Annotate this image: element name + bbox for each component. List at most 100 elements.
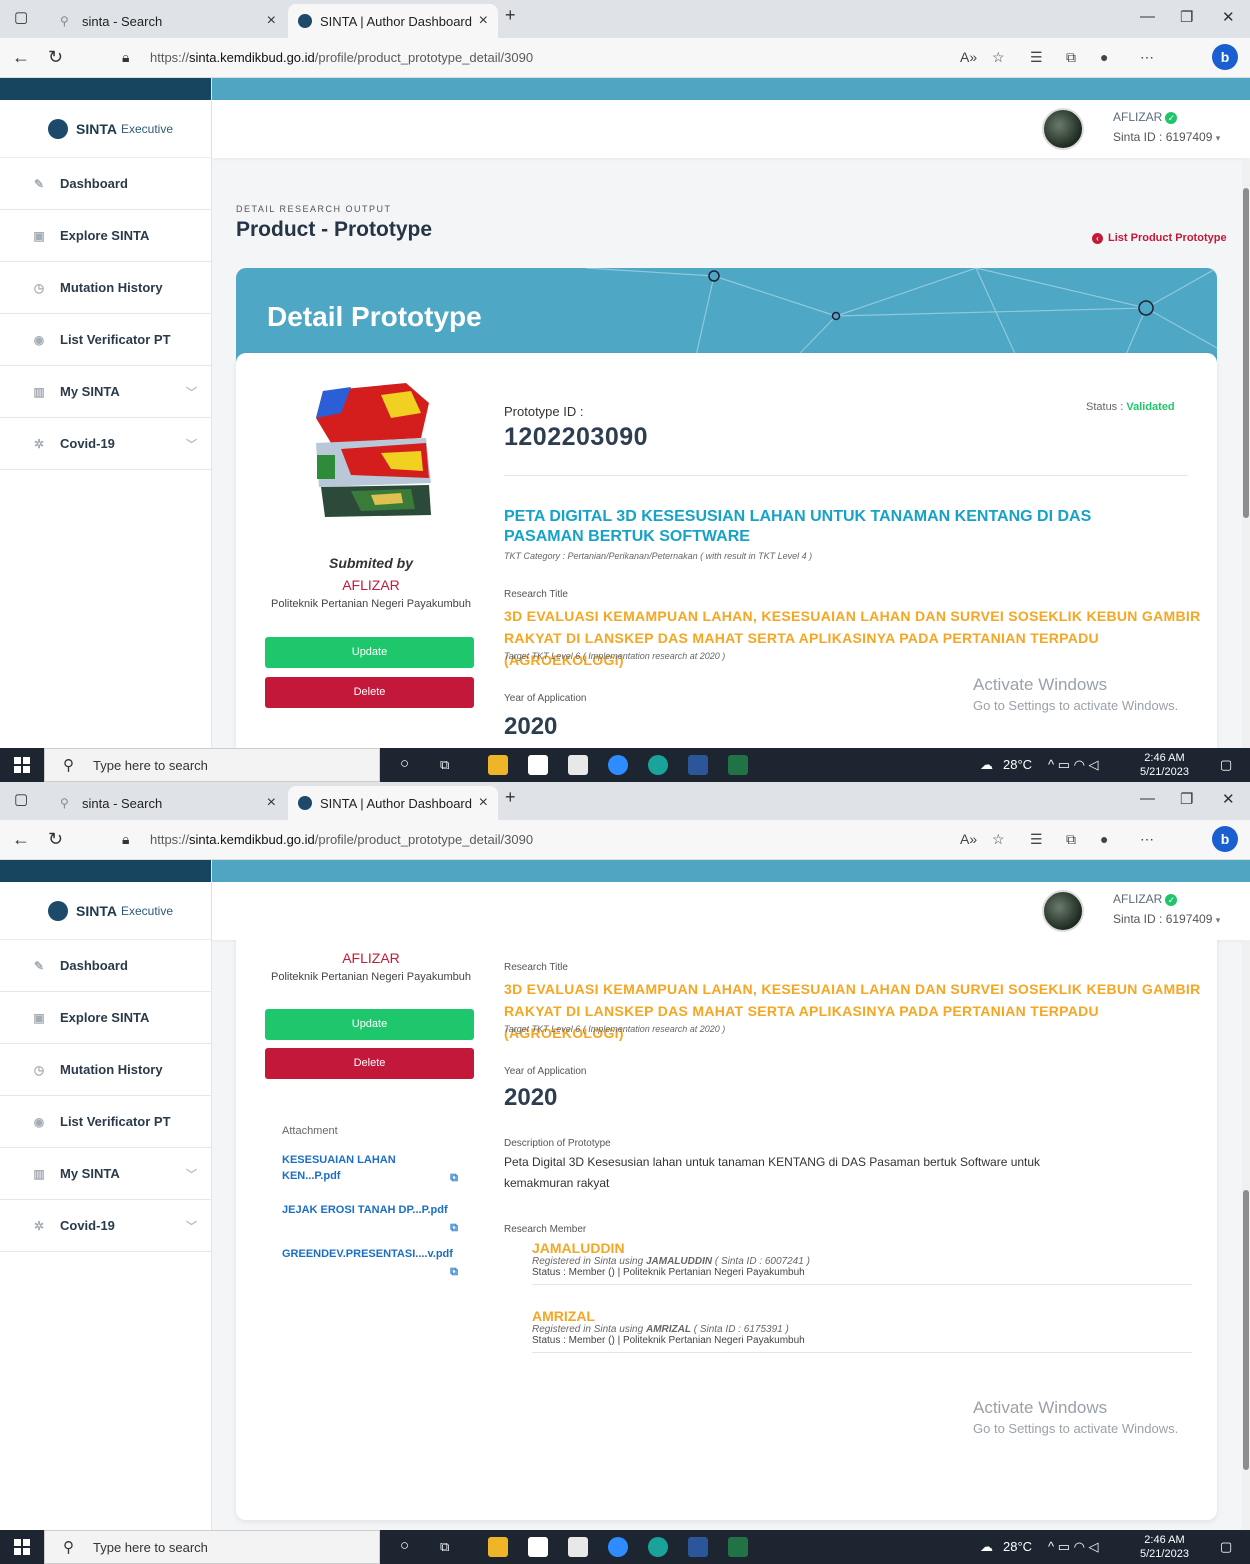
word-icon[interactable]	[688, 755, 708, 775]
url-field[interactable]: https://sinta.kemdikbud.go.id/profile/pr…	[150, 832, 533, 847]
delete-button[interactable]: Delete	[265, 1048, 474, 1079]
new-tab-icon[interactable]: +	[505, 5, 516, 26]
mail-icon[interactable]	[568, 755, 588, 775]
tab-actions-icon[interactable]: ▢	[14, 8, 28, 26]
sidebar-item-my-sinta[interactable]: ▥ My SINTA ﹀	[0, 366, 211, 418]
refresh-icon[interactable]: ↻	[48, 47, 63, 68]
list-product-prototype-link[interactable]: ‹ List Product Prototype	[1092, 232, 1227, 244]
minimize-icon[interactable]: —	[1140, 790, 1155, 807]
update-button[interactable]: Update	[265, 637, 474, 668]
close-icon[interactable]: ×	[479, 12, 488, 30]
tab-search[interactable]: ⚲ sinta - Search ×	[50, 786, 286, 820]
sidebar-item-dashboard[interactable]: ✎ Dashboard	[0, 940, 211, 992]
user-name[interactable]: AFLIZAR ✓	[1113, 110, 1178, 124]
weather-icon[interactable]: ☁	[980, 757, 993, 773]
url-field[interactable]: https://sinta.kemdikbud.go.id/profile/pr…	[150, 50, 533, 65]
favorites-list-icon[interactable]: ☰	[1030, 49, 1043, 66]
sidebar-item-covid[interactable]: ✲ Covid-19 ﹀	[0, 1200, 211, 1252]
close-icon[interactable]: ×	[267, 12, 276, 30]
taskbar-search[interactable]: ⚲ Type here to search	[44, 748, 380, 782]
user-name[interactable]: AFLIZAR ✓	[1113, 892, 1178, 906]
favorites-list-icon[interactable]: ☰	[1030, 831, 1043, 848]
sidebar-item-covid[interactable]: ✲ Covid-19 ﹀	[0, 418, 211, 470]
external-link-icon[interactable]: ⧉	[450, 1170, 458, 1186]
word-icon[interactable]	[688, 1537, 708, 1557]
member-name[interactable]: JAMALUDDIN	[532, 1240, 1192, 1256]
tab-sinta[interactable]: SINTA | Author Dashboard ×	[288, 786, 498, 820]
clock[interactable]: 2:46 AM 5/21/2023	[1140, 1533, 1189, 1561]
tray-icons[interactable]: ^ ▭ ◠ ◁	[1048, 1539, 1099, 1555]
weather-icon[interactable]: ☁	[980, 1539, 993, 1555]
delete-button[interactable]: Delete	[265, 677, 474, 708]
scrollbar-thumb[interactable]	[1243, 1190, 1249, 1470]
brand[interactable]: SINTA Executive	[0, 100, 211, 158]
window-close-icon[interactable]: ✕	[1222, 8, 1235, 26]
minimize-icon[interactable]: —	[1140, 8, 1155, 25]
bing-icon[interactable]: b	[1212, 44, 1238, 70]
prototype-thumbnail[interactable]	[311, 383, 431, 519]
back-icon[interactable]: ←	[12, 829, 30, 850]
attachment-link[interactable]: JEJAK EROSI TANAH DP...P.pdf ⧉	[282, 1202, 462, 1234]
back-icon[interactable]: ←	[12, 47, 30, 68]
sidebar-item-explore[interactable]: ▣ Explore SINTA	[0, 992, 211, 1044]
sidebar-item-mutation-history[interactable]: ◷ Mutation History	[0, 262, 211, 314]
avatar[interactable]	[1042, 890, 1084, 932]
excel-icon[interactable]	[728, 755, 748, 775]
external-link-icon[interactable]: ⧉	[450, 1220, 458, 1236]
tray-icons[interactable]: ^ ▭ ◠ ◁	[1048, 757, 1099, 773]
read-aloud-icon[interactable]: A»	[960, 49, 977, 65]
clock[interactable]: 2:46 AM 5/21/2023	[1140, 751, 1189, 779]
external-link-icon[interactable]: ⧉	[450, 1264, 458, 1280]
sidebar-item-list-verificator[interactable]: ◉ List Verificator PT	[0, 314, 211, 366]
zoom-icon[interactable]	[608, 1537, 628, 1557]
sidebar-item-explore[interactable]: ▣ Explore SINTA	[0, 210, 211, 262]
tab-search[interactable]: ⚲ sinta - Search ×	[50, 4, 286, 38]
sidebar-item-my-sinta[interactable]: ▥ My SINTA ﹀	[0, 1148, 211, 1200]
task-view-icon[interactable]: ⧉	[440, 1539, 449, 1555]
scrollbar-thumb[interactable]	[1243, 188, 1249, 518]
collections-icon[interactable]: ⧉	[1066, 831, 1076, 848]
new-tab-icon[interactable]: +	[505, 787, 516, 808]
brand[interactable]: SINTA Executive	[0, 882, 211, 940]
profile-icon[interactable]: ●	[1100, 831, 1108, 847]
cortana-icon[interactable]: ○	[400, 1537, 409, 1554]
task-view-icon[interactable]: ⧉	[440, 757, 449, 773]
mail-icon[interactable]	[568, 1537, 588, 1557]
more-icon[interactable]: ⋯	[1140, 831, 1154, 848]
edge-icon[interactable]	[648, 1537, 668, 1557]
favorite-icon[interactable]: ☆	[992, 831, 1005, 848]
avatar[interactable]	[1042, 108, 1084, 150]
bing-icon[interactable]: b	[1212, 826, 1238, 852]
collections-icon[interactable]: ⧉	[1066, 49, 1076, 66]
restore-icon[interactable]: ❐	[1180, 8, 1193, 26]
member-name[interactable]: AMRIZAL	[532, 1308, 1192, 1324]
store-icon[interactable]	[528, 1537, 548, 1557]
more-icon[interactable]: ⋯	[1140, 49, 1154, 66]
scrollbar[interactable]	[1242, 158, 1250, 748]
read-aloud-icon[interactable]: A»	[960, 831, 977, 847]
sidebar-item-list-verificator[interactable]: ◉ List Verificator PT	[0, 1096, 211, 1148]
refresh-icon[interactable]: ↻	[48, 829, 63, 850]
cortana-icon[interactable]: ○	[400, 755, 409, 772]
favorite-icon[interactable]: ☆	[992, 49, 1005, 66]
close-icon[interactable]: ×	[479, 794, 488, 812]
submitter-name[interactable]: AFLIZAR	[236, 577, 506, 593]
sidebar-item-mutation-history[interactable]: ◷ Mutation History	[0, 1044, 211, 1096]
user-sinta-id[interactable]: Sinta ID : 6197409 ▾	[1113, 912, 1220, 926]
sidebar-item-dashboard[interactable]: ✎ Dashboard	[0, 158, 211, 210]
windows-start-icon[interactable]	[14, 1539, 30, 1555]
profile-icon[interactable]: ●	[1100, 49, 1108, 65]
attachment-link[interactable]: KESESUAIAN LAHAN KEN...P.pdf ⧉	[282, 1152, 462, 1184]
attachment-link[interactable]: GREENDEV.PRESENTASI....v.pdf ⧉	[282, 1246, 462, 1278]
user-sinta-id[interactable]: Sinta ID : 6197409 ▾	[1113, 130, 1220, 144]
restore-icon[interactable]: ❐	[1180, 790, 1193, 808]
zoom-icon[interactable]	[608, 755, 628, 775]
window-close-icon[interactable]: ✕	[1222, 790, 1235, 808]
windows-start-icon[interactable]	[14, 757, 30, 773]
excel-icon[interactable]	[728, 1537, 748, 1557]
scrollbar[interactable]	[1242, 940, 1250, 1530]
edge-icon[interactable]	[648, 755, 668, 775]
submitter-name[interactable]: AFLIZAR	[236, 950, 506, 966]
notification-icon[interactable]: ▢	[1220, 1539, 1232, 1555]
taskbar-search[interactable]: ⚲ Type here to search	[44, 1530, 380, 1564]
